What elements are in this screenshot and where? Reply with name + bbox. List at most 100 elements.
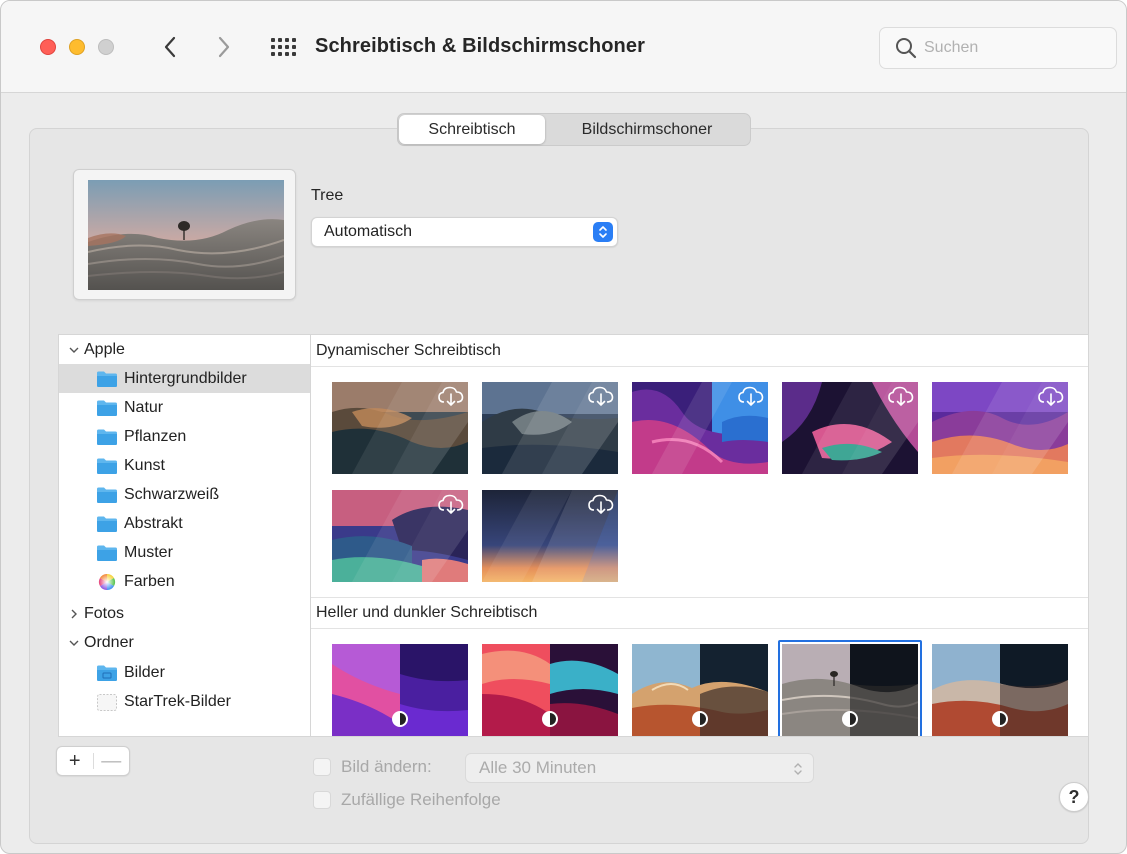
cloud-download-icon <box>888 386 914 407</box>
back-button[interactable] <box>157 31 183 63</box>
cloud-download-icon <box>438 386 464 407</box>
chevron-left-icon <box>164 36 176 58</box>
sidebar-item-muster[interactable]: Muster <box>59 538 310 567</box>
sidebar-item-schwarzweiss[interactable]: Schwarzweiß <box>59 480 310 509</box>
appearance-mode-value: Automatisch <box>324 223 413 240</box>
wallpaper-thumb-monterey-red[interactable] <box>482 644 618 736</box>
wallpaper-thumb-big-sur-coastline[interactable] <box>332 490 468 582</box>
show-all-grid-icon[interactable] <box>268 35 298 59</box>
minimize-window-button[interactable] <box>69 39 85 55</box>
remove-folder-button[interactable]: — <box>93 750 129 773</box>
wallpaper-name: Tree <box>311 187 344 204</box>
section-header-light-dark: Heller und dunkler Schreibtisch <box>311 597 1088 629</box>
group-label: Fotos <box>84 604 125 622</box>
cloud-download-icon <box>588 494 614 515</box>
updown-chevron-icon <box>794 763 802 775</box>
chevron-down-icon[interactable] <box>66 342 82 358</box>
close-window-button[interactable] <box>40 39 56 55</box>
search-field[interactable] <box>879 27 1117 69</box>
wallpaper-gallery: Dynamischer Schreibtisch Heller und dunk… <box>310 334 1089 737</box>
change-picture-label: Bild ändern: <box>341 757 432 776</box>
sidebar-item-bilder[interactable]: Bilder <box>59 658 310 687</box>
sidebar-item-label: Pflanzen <box>124 427 187 445</box>
change-picture-row: Bild ändern: <box>313 757 432 777</box>
cloud-download-icon <box>738 386 764 407</box>
tab-bar: Schreibtisch Bildschirmschoner <box>397 113 751 146</box>
sidebar-item-startrek-bilder[interactable]: StarTrek-Bilder <box>59 687 310 716</box>
section-header-dynamic: Dynamischer Schreibtisch <box>311 335 1088 367</box>
sidebar-item-label: Farben <box>124 572 175 590</box>
wallpaper-thumb-monterey-purple[interactable] <box>332 644 468 736</box>
sidebar-item-farben[interactable]: Farben <box>59 567 310 596</box>
window-title: Schreibtisch & Bildschirmschoner <box>315 35 645 57</box>
sidebar-item-label: Kunst <box>124 456 165 474</box>
search-icon <box>896 38 917 59</box>
folder-icon <box>97 400 117 416</box>
add-folder-button[interactable]: + <box>57 750 93 773</box>
tab-bildschirmschoner[interactable]: Bildschirmschoner <box>545 115 749 144</box>
group-label: Apple <box>84 340 125 358</box>
preferences-window: Schreibtisch & Bildschirmschoner Schreib… <box>0 0 1127 854</box>
select-stepper-icon <box>593 222 613 242</box>
placeholder-folder-icon <box>97 693 117 711</box>
tree-wallpaper-image <box>88 180 284 290</box>
pictures-folder-icon <box>97 665 117 681</box>
cloud-download-icon <box>588 386 614 407</box>
folder-icon <box>97 429 117 445</box>
chevron-right-icon[interactable] <box>66 606 82 622</box>
zoom-window-button[interactable] <box>98 39 114 55</box>
sidebar-item-label: Schwarzweiß <box>124 485 220 503</box>
random-order-checkbox[interactable] <box>313 791 331 809</box>
appearance-mode-select[interactable]: Automatisch <box>311 217 618 247</box>
wallpaper-thumb-red-rocks[interactable] <box>932 644 1068 736</box>
sidebar-item-label: Natur <box>124 398 164 416</box>
forward-button[interactable] <box>211 31 237 63</box>
folder-icon <box>97 516 117 532</box>
random-order-label: Zufällige Reihenfolge <box>341 790 501 809</box>
wallpaper-thumb-catalina-coast[interactable] <box>332 382 468 474</box>
light-dark-icon <box>692 711 708 727</box>
sidebar-item-label: StarTrek-Bilder <box>124 692 231 710</box>
group-label: Ordner <box>84 633 134 651</box>
color-wheel-icon <box>98 573 116 590</box>
sidebar-item-kunst[interactable]: Kunst <box>59 451 310 480</box>
sidebar-item-label: Bilder <box>124 663 165 681</box>
wallpaper-thumb-big-sur-valley[interactable] <box>782 382 918 474</box>
sidebar-item-label: Muster <box>124 543 173 561</box>
search-input[interactable] <box>924 39 1104 57</box>
wallpaper-thumb-catalina-island[interactable] <box>482 382 618 474</box>
sidebar-item-pflanzen[interactable]: Pflanzen <box>59 422 310 451</box>
folder-icon <box>97 458 117 474</box>
sidebar-item-abstrakt[interactable]: Abstrakt <box>59 509 310 538</box>
chevron-right-icon <box>218 36 230 58</box>
wallpaper-thumb-gradient-sky[interactable] <box>482 490 618 582</box>
folder-icon <box>97 545 117 561</box>
change-picture-checkbox[interactable] <box>313 758 331 776</box>
random-order-row: Zufällige Reihenfolge <box>313 790 501 810</box>
group-apple[interactable]: Apple <box>59 335 310 364</box>
folder-icon <box>97 371 117 387</box>
wallpaper-thumb-big-sur-graphic[interactable] <box>632 382 768 474</box>
title-bar: Schreibtisch & Bildschirmschoner <box>1 1 1126 93</box>
source-list: Apple Hintergrundbilder Natur Pflanzen K… <box>58 334 310 737</box>
sidebar-item-hintergrundbilder[interactable]: Hintergrundbilder <box>59 364 310 393</box>
folder-icon <box>97 487 117 503</box>
wallpaper-thumb-desert-rocks[interactable] <box>632 644 768 736</box>
chevron-down-icon[interactable] <box>66 635 82 651</box>
sidebar-item-label: Abstrakt <box>124 514 183 532</box>
sidebar-item-label: Hintergrundbilder <box>124 369 247 387</box>
tab-schreibtisch[interactable]: Schreibtisch <box>399 115 545 144</box>
group-fotos[interactable]: Fotos <box>59 599 310 628</box>
help-button[interactable]: ? <box>1059 782 1089 812</box>
light-dark-icon <box>992 711 1008 727</box>
light-dark-icon <box>542 711 558 727</box>
interval-select[interactable]: Alle 30 Minuten <box>465 753 814 783</box>
sidebar-item-natur[interactable]: Natur <box>59 393 310 422</box>
wallpaper-thumb-big-sur-mountains[interactable] <box>932 382 1068 474</box>
interval-value: Alle 30 Minuten <box>479 758 597 777</box>
cloud-download-icon <box>1038 386 1064 407</box>
light-dark-icon <box>392 711 408 727</box>
current-wallpaper-preview <box>73 169 296 300</box>
group-ordner[interactable]: Ordner <box>59 628 310 657</box>
add-remove-control: + — <box>56 746 130 776</box>
